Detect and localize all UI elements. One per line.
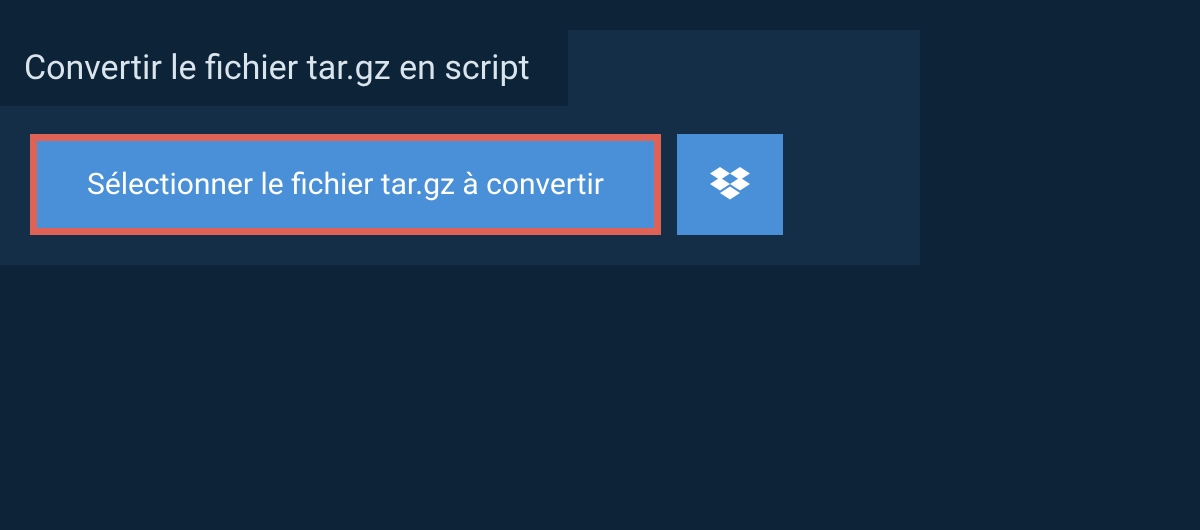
- dropbox-button[interactable]: [677, 134, 783, 235]
- button-row: Sélectionner le fichier tar.gz à convert…: [0, 106, 920, 235]
- select-file-button[interactable]: Sélectionner le fichier tar.gz à convert…: [30, 134, 661, 235]
- title-bar: Convertir le fichier tar.gz en script: [0, 30, 568, 106]
- converter-panel: Convertir le fichier tar.gz en script Sé…: [0, 30, 920, 265]
- dropbox-icon: [710, 167, 750, 203]
- page-title: Convertir le fichier tar.gz en script: [24, 48, 530, 88]
